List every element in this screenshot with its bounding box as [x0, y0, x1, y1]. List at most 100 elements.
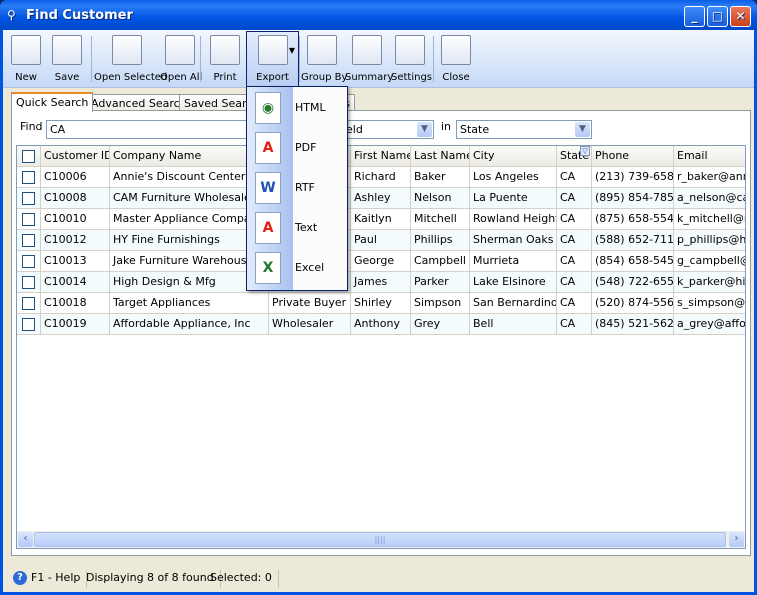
- in-label: in: [441, 120, 452, 133]
- scroll-right-icon[interactable]: ›: [729, 532, 744, 547]
- toolbar-button-group-by[interactable]: Group By: [301, 32, 347, 86]
- row-checkbox-cell[interactable]: [17, 209, 41, 230]
- in-field-select[interactable]: State ▼: [456, 120, 592, 139]
- table-row[interactable]: C10013 Jake Furniture Warehouse George Camp…: [17, 251, 745, 272]
- table-cell: Los Angeles: [470, 167, 557, 188]
- excel-file-icon: X: [255, 252, 281, 284]
- toolbar-button-save[interactable]: Save: [47, 32, 87, 86]
- chevron-down-icon[interactable]: ▼: [417, 122, 432, 137]
- export-html[interactable]: ◉ HTML: [247, 88, 347, 128]
- new-customer-icon: [11, 35, 41, 65]
- table-cell: Bell: [470, 314, 557, 335]
- close-button[interactable]: ✕: [730, 6, 751, 27]
- row-checkbox-cell[interactable]: [17, 272, 41, 293]
- table-cell: Parker: [411, 272, 470, 293]
- row-checkbox-cell[interactable]: [17, 293, 41, 314]
- column-header[interactable]: Phone: [592, 146, 674, 167]
- toolbar-separator: [299, 36, 300, 82]
- scrollbar-thumb[interactable]: ||||: [34, 532, 726, 547]
- scroll-left-icon[interactable]: ‹: [18, 532, 33, 547]
- find-input[interactable]: CA: [46, 120, 251, 139]
- column-header[interactable]: State ▽: [557, 146, 592, 167]
- menu-item-label: Text: [295, 221, 318, 234]
- table-cell: C10006: [41, 167, 110, 188]
- table-cell: Kaitlyn: [351, 209, 411, 230]
- table-cell: C10013: [41, 251, 110, 272]
- row-checkbox-cell[interactable]: [17, 230, 41, 251]
- table-cell: C10018: [41, 293, 110, 314]
- printer-icon: [210, 35, 240, 65]
- row-checkbox-cell[interactable]: [17, 314, 41, 335]
- table-cell: g_campbell@ja: [674, 251, 745, 272]
- toolbar-button-print[interactable]: Print: [204, 32, 246, 86]
- minimize-button[interactable]: _: [684, 6, 705, 27]
- table-row[interactable]: C10018 Target Appliances Private Buyer Shir…: [17, 293, 745, 314]
- toolbar-button-close[interactable]: Close: [437, 32, 475, 86]
- field-select-value: eld: [346, 123, 363, 136]
- row-checkbox[interactable]: [22, 318, 35, 331]
- toolbar-button-export[interactable]: Export ▼: [246, 31, 299, 87]
- menu-item-label: PDF: [295, 141, 317, 154]
- column-header[interactable]: Customer ID: [41, 146, 110, 167]
- table-row[interactable]: C10012 HY Fine Furnishings Paul Phillips She…: [17, 230, 745, 251]
- export-pdf[interactable]: A PDF: [247, 128, 347, 168]
- export-text[interactable]: A Text: [247, 208, 347, 248]
- help-status[interactable]: ? F1 - Help: [9, 570, 88, 588]
- table-cell: Simpson: [411, 293, 470, 314]
- row-checkbox[interactable]: [22, 276, 35, 289]
- toolbar-button-summary[interactable]: Summary: [345, 32, 393, 86]
- row-checkbox-cell[interactable]: [17, 167, 41, 188]
- toolbar-label: Open All: [160, 72, 203, 83]
- status-bar: ? F1 - Help Displaying 8 of 8 found Sele…: [3, 566, 754, 590]
- select-all-checkbox[interactable]: [17, 146, 41, 167]
- row-checkbox-cell[interactable]: [17, 251, 41, 272]
- row-checkbox[interactable]: [22, 234, 35, 247]
- chevron-down-icon[interactable]: ▼: [575, 122, 590, 137]
- table-row[interactable]: C10008 CAM Furniture Wholesales, Ashley Nel…: [17, 188, 745, 209]
- export-rtf[interactable]: W RTF: [247, 168, 347, 208]
- title-bar: ⚲ Find Customer _ □ ✕: [0, 0, 757, 30]
- toolbar-label: Close: [442, 72, 470, 83]
- table-row[interactable]: C10006 Annie's Discount Center Richard Bake…: [17, 167, 745, 188]
- table-cell: (854) 658-5456: [592, 251, 674, 272]
- maximize-button[interactable]: □: [707, 6, 728, 27]
- table-cell: (875) 658-5541: [592, 209, 674, 230]
- column-header[interactable]: City: [470, 146, 557, 167]
- group-by-icon: [307, 35, 337, 65]
- toolbar-button-open-selected[interactable]: Open Selected: [94, 32, 168, 86]
- toolbar-label: Open Selected: [94, 72, 168, 83]
- table-cell: Baker: [411, 167, 470, 188]
- table-cell: CA: [557, 272, 592, 293]
- tab-quick-search[interactable]: Quick Search: [11, 92, 94, 112]
- table-cell: (548) 722-6552: [592, 272, 674, 293]
- column-header[interactable]: First Name: [351, 146, 411, 167]
- table-cell: Grey: [411, 314, 470, 335]
- row-checkbox[interactable]: [22, 255, 35, 268]
- toolbar-button-new[interactable]: New: [8, 32, 44, 86]
- row-checkbox[interactable]: [22, 297, 35, 310]
- filter-icon[interactable]: ▽: [580, 146, 590, 156]
- checkbox[interactable]: [22, 150, 35, 163]
- horizontal-scrollbar[interactable]: ‹ |||| ›: [17, 531, 745, 548]
- row-checkbox[interactable]: [22, 171, 35, 184]
- table-row[interactable]: C10019 Affordable Appliance, Inc Wholesale…: [17, 314, 745, 335]
- table-cell: a_nelson@car: [674, 188, 745, 209]
- export-excel[interactable]: X Excel: [247, 248, 347, 288]
- column-header[interactable]: Email: [674, 146, 745, 167]
- field-select[interactable]: eld ▼: [342, 120, 434, 139]
- column-header[interactable]: Last Name: [411, 146, 470, 167]
- toolbar-button-settings[interactable]: Settings: [391, 32, 432, 86]
- table-cell: p_phillips@hyf: [674, 230, 745, 251]
- toolbar-separator: [433, 36, 434, 82]
- toolbar: New Save Open Selected Open All Print Export ▼…: [3, 30, 754, 88]
- table-row[interactable]: C10014 High Design & Mfg James Parker Lake E…: [17, 272, 745, 293]
- table-row[interactable]: C10010 Master Appliance Company Kaitlyn Mit…: [17, 209, 745, 230]
- dropdown-arrow-icon[interactable]: ▼: [289, 46, 295, 55]
- row-checkbox[interactable]: [22, 213, 35, 226]
- toolbar-button-open-all[interactable]: Open All: [160, 32, 203, 86]
- row-checkbox[interactable]: [22, 192, 35, 205]
- table-cell: C10019: [41, 314, 110, 335]
- table-cell: CA: [557, 188, 592, 209]
- table-cell: C10008: [41, 188, 110, 209]
- row-checkbox-cell[interactable]: [17, 188, 41, 209]
